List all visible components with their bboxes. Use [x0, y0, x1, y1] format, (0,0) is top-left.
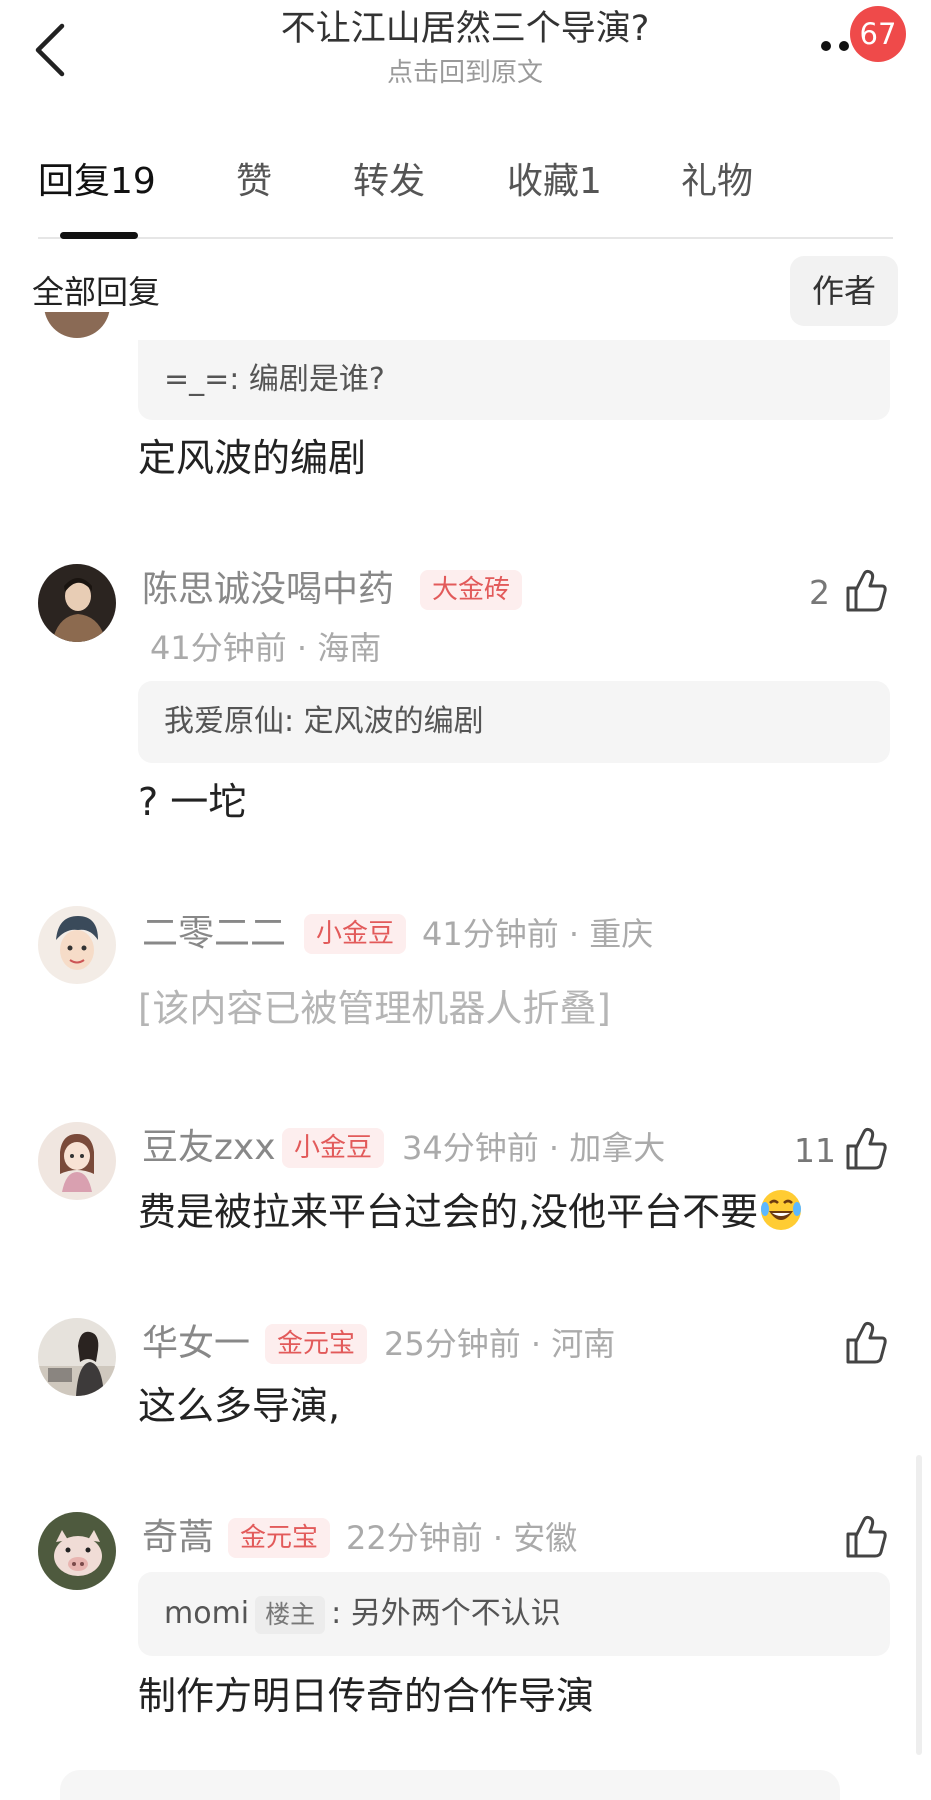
back-to-original-link[interactable]: 点击回到原文 [200, 56, 730, 90]
quoted-reply[interactable]: 我爱原仙: 定风波的编剧 [138, 681, 890, 763]
comment-meta: 41分钟前 · 海南 [150, 629, 382, 667]
laugh-cry-emoji-icon [761, 1190, 802, 1230]
tab-label: 转发 [353, 161, 426, 202]
section-title: 全部回复 [32, 273, 161, 311]
username[interactable]: 陈思诚没喝中药 [142, 566, 394, 614]
quoted-reply[interactable]: =_=: 编剧是谁? [138, 340, 890, 420]
comment-meta: 41分钟前 · 重庆 [422, 915, 654, 953]
avatar-image [38, 564, 116, 642]
avatar-image [38, 906, 116, 984]
tab-likes[interactable]: 赞 [236, 158, 272, 206]
tab-count: 19 [110, 161, 156, 202]
tab-reposts[interactable]: 转发 [353, 158, 425, 206]
avatar[interactable] [38, 906, 116, 984]
comment-text: 费是被拉来平台过会的,没他平台不要 [138, 1190, 759, 1234]
comment-text: ? 一坨 [138, 780, 247, 824]
comment-text: 这么多导演, [138, 1384, 341, 1428]
comment-meta: 34分钟前 · 加拿大 [402, 1129, 666, 1167]
avatar-image [38, 1318, 116, 1396]
thumbs-up-icon[interactable] [844, 568, 888, 614]
avatar[interactable] [38, 564, 116, 642]
tab-replies[interactable]: 回复19 [38, 158, 156, 206]
thread-owner-tag: 楼主 [255, 1595, 326, 1634]
tab-label: 礼物 [681, 161, 754, 202]
back-arrow-icon[interactable] [30, 20, 76, 80]
notification-badge[interactable]: 67 [850, 6, 906, 62]
tab-label: 收藏 [507, 161, 580, 202]
tab-count: 1 [579, 161, 602, 202]
username[interactable]: 奇蒿 [142, 1514, 214, 1562]
user-level-tag: 金元宝 [265, 1324, 368, 1364]
username[interactable]: 华女一 [142, 1320, 250, 1368]
tab-gifts[interactable]: 礼物 [681, 158, 753, 206]
folded-notice[interactable]: [该内容已被管理机器人折叠] [138, 984, 611, 1034]
avatar[interactable] [38, 1512, 116, 1590]
tab-label: 回复 [38, 161, 111, 202]
thumbs-up-icon[interactable] [844, 1126, 888, 1172]
comment-meta: 22分钟前 · 安徽 [346, 1519, 578, 1557]
tabs-divider [38, 237, 893, 239]
like-count: 2 [809, 573, 830, 612]
quoted-reply[interactable]: momi 楼主: 另外两个不认识 [138, 1572, 890, 1656]
quoted-username[interactable]: momi [164, 1596, 249, 1631]
user-level-tag: 大金砖 [420, 570, 523, 610]
avatar[interactable] [38, 1122, 116, 1200]
comment-text: 制作方明日传奇的合作导演 [138, 1674, 595, 1718]
tab-label: 赞 [236, 161, 273, 202]
reply-input-bar[interactable] [60, 1770, 840, 1800]
like-count: 11 [794, 1131, 836, 1170]
user-level-tag: 小金豆 [304, 914, 407, 954]
username[interactable]: 豆友zxx [142, 1124, 276, 1172]
scrollbar[interactable] [916, 1455, 922, 1755]
quoted-text: : 另外两个不认识 [331, 1596, 561, 1631]
avatar-partial[interactable] [44, 312, 110, 352]
active-tab-indicator [60, 232, 138, 239]
thumbs-up-icon[interactable] [844, 1514, 888, 1560]
avatar-image [38, 1122, 116, 1200]
user-level-tag: 小金豆 [282, 1128, 385, 1168]
author-filter-button[interactable]: 作者 [790, 256, 898, 326]
tab-favorites[interactable]: 收藏1 [507, 158, 602, 206]
avatar[interactable] [38, 1318, 116, 1396]
comment-text: 定风波的编剧 [138, 436, 367, 480]
user-level-tag: 金元宝 [228, 1518, 331, 1558]
thumbs-up-icon[interactable] [844, 1320, 888, 1366]
page-title[interactable]: 不让江山居然三个导演? [200, 6, 730, 52]
comment-text-row: 费是被拉来平台过会的,没他平台不要 [138, 1186, 804, 1238]
username[interactable]: 二零二二 [142, 910, 286, 958]
avatar-image [38, 1512, 116, 1590]
comment-meta: 25分钟前 · 河南 [384, 1325, 616, 1363]
